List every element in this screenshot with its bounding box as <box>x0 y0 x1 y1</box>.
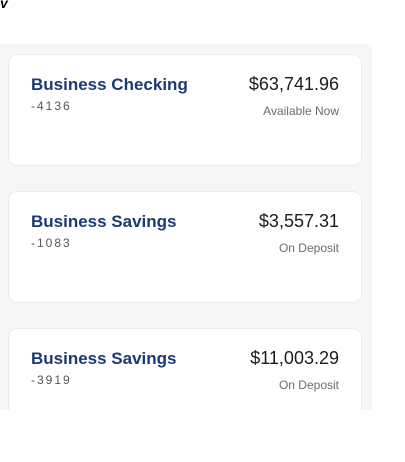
balance-status: On Deposit <box>278 378 339 392</box>
account-number: -4136 <box>31 99 72 113</box>
account-balance: $11,003.29 <box>250 348 339 368</box>
account-card[interactable]: Business Savings -3919 $11,003.29 On Dep… <box>8 328 362 410</box>
partial-glyph: y <box>0 0 8 8</box>
account-name: Business Checking <box>31 75 188 94</box>
balance-status: On Deposit <box>278 241 339 255</box>
account-balance: $63,741.96 <box>248 74 339 94</box>
account-name: Business Savings <box>31 349 177 368</box>
account-card[interactable]: Business Savings -1083 $3,557.31 On Depo… <box>8 191 362 303</box>
account-card[interactable]: Business Checking -4136 $63,741.96 Avail… <box>8 54 362 166</box>
account-name: Business Savings <box>31 212 177 231</box>
accounts-list: Business Checking -4136 $63,741.96 Avail… <box>0 44 372 410</box>
account-number: -1083 <box>31 236 72 250</box>
balance-status: Available Now <box>263 104 339 118</box>
account-number: -3919 <box>31 373 72 387</box>
account-balance: $3,557.31 <box>258 211 339 231</box>
